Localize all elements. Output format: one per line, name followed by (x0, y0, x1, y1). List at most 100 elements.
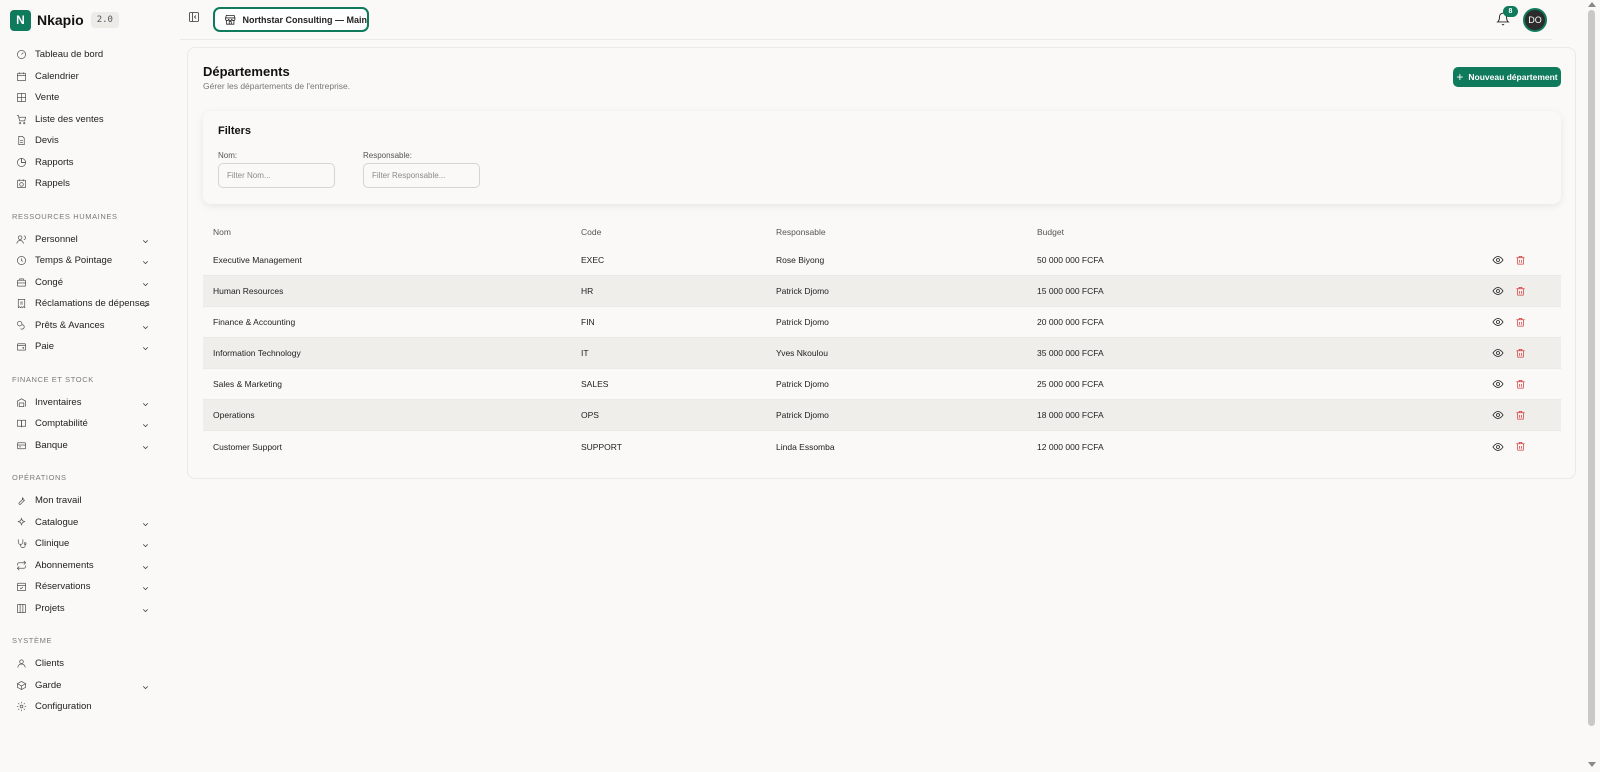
cell-code: EXEC (581, 255, 605, 265)
chevron-down-icon[interactable] (141, 582, 150, 591)
chevron-down-icon[interactable] (141, 299, 150, 308)
scroll-down-arrow[interactable] (1588, 762, 1596, 767)
header-code[interactable]: Code (581, 227, 776, 237)
coins-icon (15, 319, 27, 331)
table-row[interactable]: Sales & Marketing SALES Patrick Djomo 25 00… (203, 369, 1561, 400)
eye-icon[interactable] (1492, 316, 1504, 328)
sidebar-item-configuration[interactable]: Configuration (0, 696, 180, 718)
sidebar-item-banque[interactable]: Banque (0, 435, 180, 457)
eye-icon[interactable] (1492, 347, 1504, 359)
sidebar-item-conge[interactable]: Congé (0, 272, 180, 294)
sidebar-item-rappels[interactable]: Rappels (0, 173, 180, 195)
sidebar-item-reservations[interactable]: Réservations (0, 576, 180, 598)
chevron-down-icon[interactable] (141, 681, 150, 690)
sidebar-item-prets-avances[interactable]: Prêts & Avances (0, 315, 180, 337)
table-row[interactable]: Executive Management EXEC Rose Biyong 50 00… (203, 245, 1561, 276)
sidebar-item-inventaires[interactable]: Inventaires (0, 392, 180, 414)
brand[interactable]: N Nkapio 2.0 (10, 9, 119, 31)
scroll-up-arrow[interactable] (1588, 2, 1596, 7)
sidebar-item-tableau-de-bord[interactable]: Tableau de bord (0, 44, 180, 66)
avatar[interactable]: DO (1523, 8, 1547, 32)
sidebar-item-clients[interactable]: Clients (0, 653, 180, 675)
bank-icon (15, 439, 27, 451)
chevron-down-icon[interactable] (141, 398, 150, 407)
sidebar-item-devis[interactable]: Devis (0, 130, 180, 152)
sidebar-item-reclamations-de-depenses[interactable]: Réclamations de dépenses (0, 293, 180, 315)
chevron-down-icon[interactable] (141, 441, 150, 450)
book-icon (15, 418, 27, 430)
sidebar-item-vente[interactable]: Vente (0, 87, 180, 109)
sidebar-item-comptabilite[interactable]: Comptabilité (0, 413, 180, 435)
sidebar-item-clinique[interactable]: Clinique (0, 533, 180, 555)
sidebar-item-mon-travail[interactable]: Mon travail (0, 490, 180, 512)
header-responsable[interactable]: Responsable (776, 227, 1037, 237)
cell-nom: Human Resources (213, 286, 284, 296)
chevron-down-icon[interactable] (141, 278, 150, 287)
chevron-down-icon[interactable] (141, 256, 150, 265)
scrollbar[interactable] (1584, 0, 1600, 772)
sidebar-item-liste-des-ventes[interactable]: Liste des ventes (0, 109, 180, 131)
sidebar-item-catalogue[interactable]: Catalogue (0, 512, 180, 534)
sidebar-nav: Tableau de bord Calendrier Vente Liste des … (0, 44, 180, 718)
trash-icon[interactable] (1515, 255, 1526, 266)
chevron-down-icon[interactable] (141, 419, 150, 428)
table-row[interactable]: Operations OPS Patrick Djomo 18 000 000 FCF… (203, 400, 1561, 431)
eye-icon[interactable] (1492, 409, 1504, 421)
table-row[interactable]: Information Technology IT Yves Nkoulou 35 0… (203, 338, 1561, 369)
sidebar-item-label: Catalogue (35, 516, 79, 528)
chevron-down-icon[interactable] (141, 561, 150, 570)
table-row[interactable]: Human Resources HR Patrick Djomo 15 000 000… (203, 276, 1561, 307)
eye-icon[interactable] (1492, 441, 1504, 453)
sidebar-item-label: Calendrier (35, 70, 79, 82)
responsable-filter-input[interactable] (363, 163, 480, 188)
eye-icon[interactable] (1492, 254, 1504, 266)
table-row[interactable]: Finance & Accounting FIN Patrick Djomo 20 0… (203, 307, 1561, 338)
cell-code: IT (581, 348, 589, 358)
chevron-down-icon[interactable] (141, 604, 150, 613)
chevron-down-icon[interactable] (141, 518, 150, 527)
nom-filter-input[interactable] (218, 163, 335, 188)
sidebar-item-temps-pointage[interactable]: Temps & Pointage (0, 250, 180, 272)
chevron-down-icon[interactable] (141, 342, 150, 351)
cell-nom: Operations (213, 410, 255, 420)
calendar-check-icon (15, 581, 27, 593)
brand-logo: N (10, 9, 31, 31)
cell-responsable: Patrick Djomo (776, 410, 829, 420)
cell-budget: 20 000 000 FCFA (1037, 317, 1104, 327)
sidebar-item-rapports[interactable]: Rapports (0, 152, 180, 174)
sidebar-item-personnel[interactable]: Personnel (0, 229, 180, 251)
trash-icon[interactable] (1515, 348, 1526, 359)
sidebar-item-label: Temps & Pointage (35, 255, 113, 267)
sidebar-item-paie[interactable]: Paie (0, 336, 180, 358)
trash-icon[interactable] (1515, 317, 1526, 328)
header-budget[interactable]: Budget (1037, 227, 1457, 237)
eye-icon[interactable] (1492, 285, 1504, 297)
departments-table: Nom Code Responsable Budget Executive Ma… (203, 219, 1561, 462)
trash-icon[interactable] (1515, 286, 1526, 297)
sidebar-item-label: Prêts & Avances (35, 319, 105, 331)
wallet-icon (15, 341, 27, 353)
eye-icon[interactable] (1492, 378, 1504, 390)
sidebar-item-abonnements[interactable]: Abonnements (0, 555, 180, 577)
sidebar-item-projets[interactable]: Projets (0, 598, 180, 620)
sidebar-item-garde[interactable]: Garde (0, 675, 180, 697)
header-nom[interactable]: Nom (203, 227, 581, 237)
sidebar-item-label: Tableau de bord (35, 49, 104, 61)
sidebar-item-label: Banque (35, 439, 68, 451)
sidebar-item-calendrier[interactable]: Calendrier (0, 66, 180, 88)
trash-icon[interactable] (1515, 441, 1526, 452)
sidebar-item-label: Réclamations de dépenses (35, 298, 150, 310)
cart-icon (15, 113, 27, 125)
company-selector[interactable]: Northstar Consulting — Main (213, 7, 369, 32)
table-row[interactable]: Customer Support SUPPORT Linda Essomba 12 0… (203, 431, 1561, 462)
chevron-down-icon[interactable] (141, 539, 150, 548)
chevron-down-icon[interactable] (141, 321, 150, 330)
trash-icon[interactable] (1515, 410, 1526, 421)
sidebar-toggle-icon[interactable] (188, 11, 200, 23)
cell-budget: 50 000 000 FCFA (1037, 255, 1104, 265)
scroll-thumb[interactable] (1588, 10, 1595, 726)
new-department-button[interactable]: + Nouveau département (1453, 67, 1561, 87)
sidebar-item-label: Rappels (35, 178, 70, 190)
trash-icon[interactable] (1515, 379, 1526, 390)
chevron-down-icon[interactable] (141, 235, 150, 244)
